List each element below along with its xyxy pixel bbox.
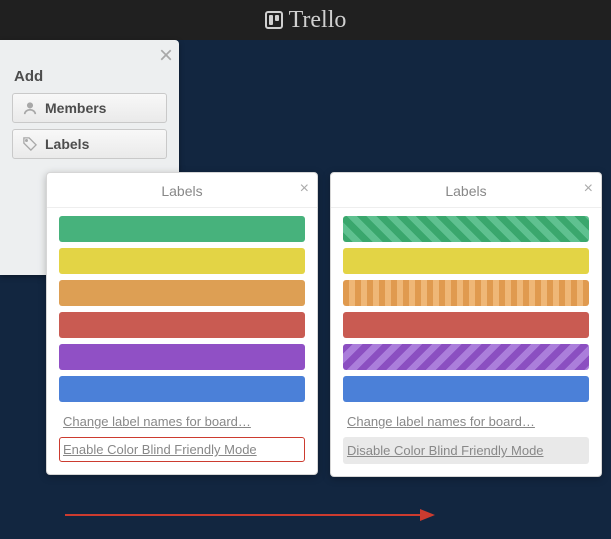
- user-icon: [23, 101, 37, 115]
- members-button[interactable]: Members: [12, 93, 167, 123]
- labels-popover-normal: Labels × Change label names for board… E…: [46, 172, 318, 475]
- labels-popover-colorblind: Labels × Change label names for board… D…: [330, 172, 602, 477]
- change-label-names-link[interactable]: Change label names for board…: [59, 408, 305, 435]
- change-label-names-link[interactable]: Change label names for board…: [343, 408, 589, 435]
- label-swatch-red-cb[interactable]: [343, 312, 589, 338]
- label-swatch-green-cb[interactable]: [343, 216, 589, 242]
- tag-icon: [23, 137, 37, 151]
- annotation-arrow-icon: [65, 505, 435, 525]
- label-swatch-orange[interactable]: [59, 280, 305, 306]
- label-swatch-orange-cb[interactable]: [343, 280, 589, 306]
- label-swatch-purple-cb[interactable]: [343, 344, 589, 370]
- app-header: Trello: [0, 0, 611, 40]
- label-swatch-blue-cb[interactable]: [343, 376, 589, 402]
- logo-text: Trello: [289, 8, 347, 32]
- trello-board-icon: [265, 11, 283, 29]
- label-swatch-green[interactable]: [59, 216, 305, 242]
- label-swatch-yellow[interactable]: [59, 248, 305, 274]
- label-swatch-red[interactable]: [59, 312, 305, 338]
- close-icon[interactable]: ×: [300, 181, 309, 197]
- label-swatch-purple[interactable]: [59, 344, 305, 370]
- labels-button-label: Labels: [45, 136, 89, 152]
- label-swatch-blue[interactable]: [59, 376, 305, 402]
- members-button-label: Members: [45, 100, 106, 116]
- logo: Trello: [265, 8, 347, 32]
- labels-button[interactable]: Labels: [12, 129, 167, 159]
- close-icon[interactable]: ×: [584, 181, 593, 197]
- disable-colorblind-link[interactable]: Disable Color Blind Friendly Mode: [343, 437, 589, 464]
- popover-title: Labels ×: [47, 173, 317, 208]
- sidebar-section-title: Add: [14, 68, 167, 85]
- label-swatch-yellow-cb[interactable]: [343, 248, 589, 274]
- popover-title: Labels ×: [331, 173, 601, 208]
- enable-colorblind-link[interactable]: Enable Color Blind Friendly Mode: [59, 437, 305, 462]
- close-icon[interactable]: ×: [159, 44, 173, 68]
